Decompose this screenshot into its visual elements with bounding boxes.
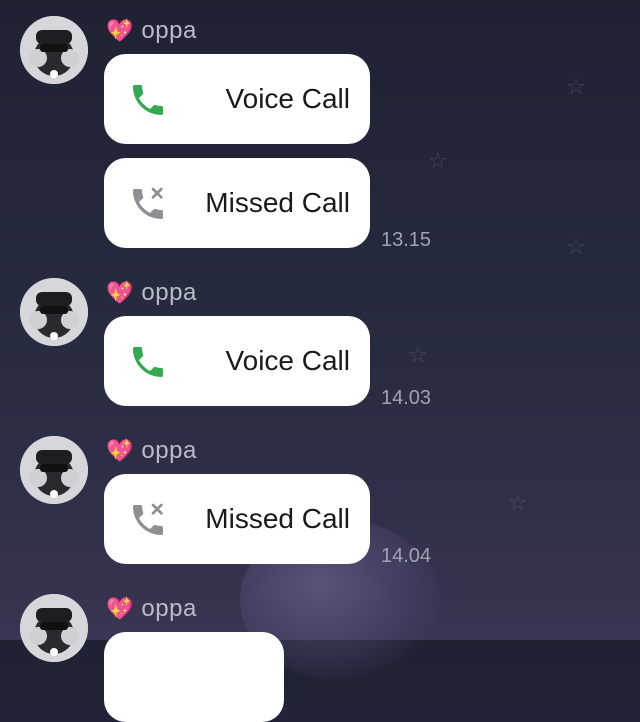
message-timestamp: 13.15 xyxy=(381,229,432,251)
avatar-image xyxy=(20,436,88,504)
sender-line: 💖 oppa xyxy=(106,278,197,308)
avatar-image xyxy=(20,16,88,84)
sender-line: 💖 oppa xyxy=(106,436,197,466)
avatar-image xyxy=(20,594,88,662)
message-timestamp: 14.04 xyxy=(381,545,432,567)
call-label: Missed Call xyxy=(205,187,350,218)
sparkling-heart-icon: 💖 xyxy=(106,596,134,621)
call-bubble-missed[interactable]: Missed Call xyxy=(104,474,370,564)
background-star-icon: ☆ xyxy=(508,490,528,515)
sender-line: 💖 oppa xyxy=(106,16,197,46)
avatar[interactable] xyxy=(20,16,88,84)
sparkling-heart-icon: 💖 xyxy=(106,438,134,463)
phone-icon xyxy=(133,347,163,377)
call-label: Voice Call xyxy=(225,345,350,376)
sender-name[interactable]: oppa xyxy=(141,437,196,465)
background-star-icon: ☆ xyxy=(428,148,448,173)
call-label: Voice Call xyxy=(225,83,350,114)
call-bubble-partial[interactable] xyxy=(104,632,284,722)
background-star-icon: ☆ xyxy=(566,74,586,99)
avatar-image xyxy=(20,278,88,346)
avatar[interactable] xyxy=(20,594,88,662)
background-star-icon: ☆ xyxy=(408,342,428,367)
sender-line: 💖 oppa xyxy=(106,594,197,624)
sparkling-heart-icon: 💖 xyxy=(106,18,134,43)
call-bubble-missed[interactable]: Missed Call xyxy=(104,158,370,248)
avatar[interactable] xyxy=(20,436,88,504)
sender-name[interactable]: oppa xyxy=(141,17,196,45)
call-bubble-voice[interactable]: Voice Call xyxy=(104,316,370,406)
call-label: Missed Call xyxy=(205,503,350,534)
missed-call-icon xyxy=(133,503,163,535)
sender-name[interactable]: oppa xyxy=(141,595,196,623)
call-bubble-voice[interactable]: Voice Call xyxy=(104,54,370,144)
avatar[interactable] xyxy=(20,278,88,346)
phone-icon xyxy=(133,85,163,115)
sender-name[interactable]: oppa xyxy=(141,279,196,307)
missed-call-icon xyxy=(133,187,163,219)
sparkling-heart-icon: 💖 xyxy=(106,280,134,305)
background-star-icon: ☆ xyxy=(566,234,586,259)
message-timestamp: 14.03 xyxy=(381,387,432,409)
